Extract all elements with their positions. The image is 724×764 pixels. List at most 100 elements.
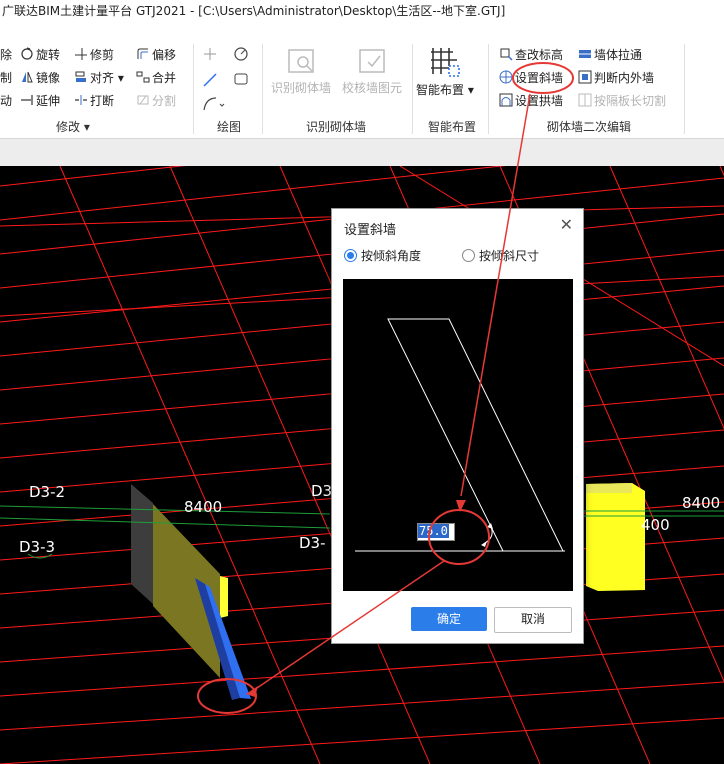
check-elevation-button[interactable]: 查改标高	[499, 45, 563, 65]
window-title: 广联达BIM土建计量平台 GTJ2021 - [C:\Users\Adminis…	[0, 0, 724, 22]
cut-by-slab-button[interactable]: 按隔板长切割	[578, 91, 666, 111]
group-separator	[488, 44, 489, 134]
group-separator	[262, 44, 263, 134]
copy-button[interactable]: 制	[0, 68, 12, 88]
identify-wall-label: 识别砌体墙	[270, 81, 331, 95]
secondary-edit-group-label: 砌体墙二次编辑	[547, 120, 632, 134]
align-label: 对齐	[90, 71, 115, 85]
wall-dark-face[interactable]	[131, 484, 153, 604]
break-button[interactable]: 打断	[74, 91, 114, 111]
wall-yellow-edge[interactable]	[220, 576, 228, 618]
wall-yellow-block[interactable]	[586, 483, 645, 591]
copy-label: 制	[0, 71, 13, 85]
judge-inout-wall-button[interactable]: 判断内外墙	[578, 68, 654, 88]
extend-icon	[21, 95, 33, 105]
check-elevation-label: 查改标高	[515, 48, 564, 62]
ok-button[interactable]: 确定	[411, 607, 487, 631]
rectangle-tool-icon[interactable]	[234, 73, 248, 85]
trim-label: 修剪	[90, 48, 115, 62]
point-icon[interactable]	[204, 48, 216, 60]
align-icon	[75, 71, 86, 82]
split-button[interactable]: 分割	[136, 91, 176, 111]
radio-by-size-label: 按倾斜尺寸	[479, 249, 540, 263]
rotate-button[interactable]: 旋转	[20, 45, 60, 65]
set-slant-wall-label: 设置斜墙	[515, 71, 564, 85]
split-label: 分割	[152, 94, 177, 108]
rotate-label: 旋转	[36, 48, 61, 62]
mirror-label: 镜像	[36, 71, 61, 85]
rotate-icon	[21, 47, 33, 60]
ribbon-toolbar: 除 制 动 旋转 镜像 延伸 修剪 对齐 ▾ 打断 偏移 合并 分割 修改 ▾ …	[0, 36, 724, 139]
check-wall-icon	[359, 49, 385, 73]
smart-layout-icon	[431, 48, 460, 77]
mirror-button[interactable]: 镜像	[20, 68, 60, 88]
axis-label-d3-mid: D3-	[299, 534, 326, 552]
axis-label-d3: D3	[311, 482, 333, 500]
angle-input[interactable]: 75.0	[417, 523, 455, 541]
wall-extend-icon	[579, 50, 591, 58]
line-tool-icon[interactable]	[203, 73, 217, 87]
move-button[interactable]: 动	[0, 91, 12, 111]
split-icon	[137, 95, 149, 105]
align-button[interactable]: 对齐 ▾	[74, 68, 124, 88]
dimension-label-400: 400	[641, 516, 670, 534]
wall-extend-button[interactable]: 墙体拉通	[578, 45, 642, 65]
offset-label: 偏移	[152, 48, 177, 62]
draw-tools	[203, 47, 248, 111]
extend-button[interactable]: 延伸	[20, 91, 60, 111]
cut-by-slab-label: 按隔板长切割	[594, 94, 667, 108]
draw-group-label: 绘图	[217, 120, 242, 134]
circle-tool-icon[interactable]	[234, 47, 248, 61]
merge-button[interactable]: 合并	[136, 68, 176, 88]
set-slant-wall-button[interactable]: 设置斜墙	[499, 68, 563, 88]
set-arch-wall-icon	[499, 93, 513, 107]
offset-button[interactable]: 偏移	[136, 45, 176, 65]
trim-icon	[75, 48, 87, 60]
set-slant-wall-dialog: 设置斜墙 ✕ 按倾斜角度 按倾斜尺寸 75.0 确定 取消	[331, 208, 584, 644]
check-wall-label: 校核墙图元	[341, 81, 402, 95]
dimension-label-8400-right: 8400	[682, 494, 721, 512]
angle-value: 75.0	[418, 524, 449, 538]
slant-wall-outline	[387, 318, 564, 552]
identify-wall-icon	[288, 49, 314, 73]
set-arch-wall-label: 设置拱墙	[515, 94, 564, 108]
group-separator	[193, 44, 194, 134]
radio-by-size[interactable]: 按倾斜尺寸	[462, 247, 539, 264]
wall-yellow-block-top[interactable]	[586, 483, 632, 493]
check-wall-button[interactable]: 校核墙图元	[339, 46, 405, 96]
radio-by-angle-label: 按倾斜角度	[361, 249, 422, 263]
delete-button[interactable]: 除	[0, 45, 12, 65]
group-separator	[684, 44, 685, 134]
set-slant-wall-icon	[499, 70, 513, 84]
radio-by-angle[interactable]: 按倾斜角度	[344, 247, 421, 264]
judge-inout-wall-label: 判断内外墙	[594, 71, 655, 85]
merge-label: 合并	[152, 71, 177, 85]
radio-selected-icon	[344, 249, 357, 262]
angle-arc-icon	[484, 526, 493, 544]
cancel-button[interactable]: 取消	[494, 607, 572, 633]
merge-icon	[136, 71, 150, 83]
identify-wall-button[interactable]: 识别砌体墙	[268, 46, 334, 96]
trim-button[interactable]: 修剪	[74, 45, 114, 65]
break-label: 打断	[90, 94, 115, 108]
check-elevation-icon	[500, 48, 513, 61]
smart-layout-button[interactable]: 智能布置 ▾	[416, 44, 474, 98]
extend-label: 延伸	[36, 94, 61, 108]
axis-label-d3-2: D3-2	[29, 483, 66, 501]
delete-label: 除	[0, 48, 13, 62]
smart-layout-label: 智能布置	[416, 83, 465, 97]
break-icon	[75, 95, 87, 105]
arc-tool-icon[interactable]	[203, 97, 225, 111]
cut-by-slab-icon	[578, 93, 592, 107]
identify-group-label: 识别砌体墙	[306, 120, 367, 134]
toolbar-strip	[0, 139, 724, 166]
move-label: 动	[0, 94, 13, 108]
slant-preview-drawing	[355, 318, 565, 552]
slant-wall-preview: 75.0	[343, 279, 573, 591]
modify-group-label[interactable]: 修改 ▾	[56, 118, 90, 135]
set-arch-wall-button[interactable]: 设置拱墙	[499, 91, 563, 111]
radio-unselected-icon	[462, 249, 475, 262]
wall-extend-label: 墙体拉通	[594, 48, 643, 62]
close-icon[interactable]: ✕	[560, 215, 573, 234]
offset-icon	[137, 48, 148, 59]
